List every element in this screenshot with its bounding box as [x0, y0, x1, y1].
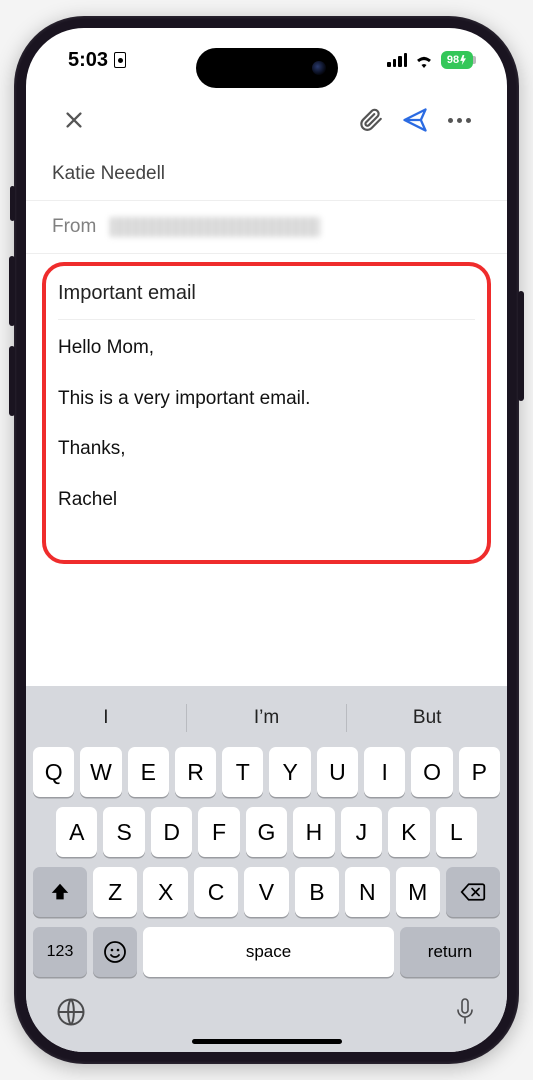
key-c[interactable]: C: [194, 867, 238, 917]
from-label: From: [52, 216, 96, 238]
space-key[interactable]: space: [143, 927, 394, 977]
key-l[interactable]: L: [436, 807, 477, 857]
backspace-icon: [460, 881, 486, 903]
send-icon: [401, 106, 429, 134]
key-e[interactable]: E: [128, 747, 169, 797]
key-v[interactable]: V: [244, 867, 288, 917]
sim-icon: [114, 52, 126, 68]
screen: 5:03 98: [26, 28, 507, 1052]
cellular-icon: [387, 53, 407, 67]
emoji-icon: [103, 940, 127, 964]
key-s[interactable]: S: [103, 807, 144, 857]
suggestion[interactable]: But: [346, 704, 507, 732]
globe-key[interactable]: [56, 997, 86, 1027]
key-f[interactable]: F: [198, 807, 239, 857]
suggestion-bar: I I’m But: [26, 694, 507, 742]
suggestion[interactable]: I: [26, 707, 186, 729]
ios-keyboard: I I’m But QWERTYUIOP ASDFGHJKL ZXCVBNM 1…: [26, 686, 507, 1052]
body-field[interactable]: Hello Mom, This is a very important emai…: [58, 320, 475, 514]
key-n[interactable]: N: [345, 867, 389, 917]
iphone-frame: 5:03 98: [14, 16, 519, 1064]
home-indicator[interactable]: [192, 1039, 342, 1044]
key-z[interactable]: Z: [93, 867, 137, 917]
key-row-2: ASDFGHJKL: [26, 802, 507, 862]
more-button[interactable]: [437, 98, 481, 142]
to-field[interactable]: Katie Needell: [26, 148, 507, 201]
dynamic-island: [196, 48, 338, 88]
key-m[interactable]: M: [396, 867, 440, 917]
key-row-4: 123 space return: [26, 922, 507, 979]
send-button[interactable]: [393, 98, 437, 142]
shift-icon: [49, 881, 71, 903]
key-b[interactable]: B: [295, 867, 339, 917]
key-h[interactable]: H: [293, 807, 334, 857]
ringer-switch: [10, 186, 15, 221]
key-p[interactable]: P: [459, 747, 500, 797]
key-a[interactable]: A: [56, 807, 97, 857]
battery-indicator: 98: [441, 51, 473, 69]
dictation-key[interactable]: [453, 997, 477, 1027]
close-button[interactable]: [52, 98, 96, 142]
wifi-icon: [414, 53, 434, 68]
key-w[interactable]: W: [80, 747, 121, 797]
volume-up: [9, 256, 15, 326]
status-time: 5:03: [68, 49, 108, 72]
key-k[interactable]: K: [388, 807, 429, 857]
body-line: Hello Mom,: [58, 334, 475, 363]
key-d[interactable]: D: [151, 807, 192, 857]
key-r[interactable]: R: [175, 747, 216, 797]
key-y[interactable]: Y: [269, 747, 310, 797]
body-line: Thanks,: [58, 435, 475, 464]
backspace-key[interactable]: [446, 867, 500, 917]
from-field[interactable]: From: [26, 201, 507, 254]
key-row-1: QWERTYUIOP: [26, 742, 507, 802]
numbers-key[interactable]: 123: [33, 927, 87, 977]
from-address-redacted: [110, 217, 320, 237]
key-g[interactable]: G: [246, 807, 287, 857]
annotation-highlight-box: Important email Hello Mom, This is a ver…: [42, 262, 491, 564]
key-o[interactable]: O: [411, 747, 452, 797]
attach-button[interactable]: [349, 98, 393, 142]
power-button: [518, 291, 524, 401]
body-line: This is a very important email.: [58, 385, 475, 414]
recipient-name: Katie Needell: [52, 163, 165, 184]
key-t[interactable]: T: [222, 747, 263, 797]
key-q[interactable]: Q: [33, 747, 74, 797]
return-key[interactable]: return: [400, 927, 500, 977]
paperclip-icon: [358, 107, 384, 133]
suggestion[interactable]: I’m: [186, 704, 347, 732]
compose-toolbar: [26, 92, 507, 148]
key-row-3: ZXCVBNM: [26, 862, 507, 922]
key-j[interactable]: J: [341, 807, 382, 857]
key-u[interactable]: U: [317, 747, 358, 797]
subject-field[interactable]: Important email: [58, 282, 196, 304]
close-icon: [63, 109, 85, 131]
emoji-key[interactable]: [93, 927, 137, 977]
volume-down: [9, 346, 15, 416]
shift-key[interactable]: [33, 867, 87, 917]
key-x[interactable]: X: [143, 867, 187, 917]
key-i[interactable]: I: [364, 747, 405, 797]
body-line: Rachel: [58, 486, 475, 515]
